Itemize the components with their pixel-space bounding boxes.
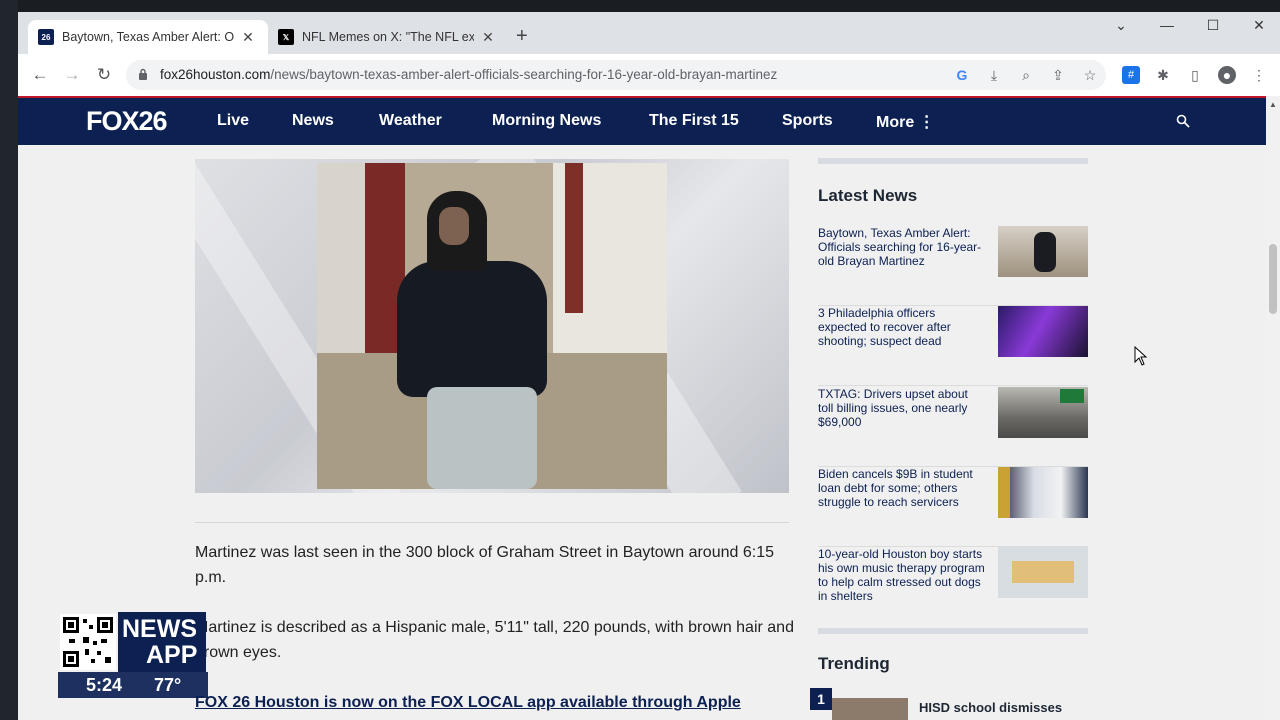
side-panel-icon[interactable]: ▯ [1186,66,1204,84]
desktop-left-edge [0,0,18,720]
share-icon[interactable]: ⇪ [1050,67,1066,83]
latest-news-heading: Latest News [818,186,918,205]
content-divider [195,522,789,523]
article-hero-image [195,159,789,493]
news-app-line2: APP [146,641,198,669]
suspect-photo [317,163,667,489]
x-favicon-icon: 𝕏 [278,29,294,45]
photo-door-frame [565,163,583,313]
tab-bar: 26 Baytown, Texas Amber Alert: Offi ✕ 𝕏 … [18,12,1280,54]
new-tab-icon[interactable]: + [516,26,528,46]
news-headline[interactable]: TXTAG: Drivers upset about toll billing … [818,387,986,429]
browser-toolbar: ← → ↻ fox26houston.com/news/baytown-texa… [18,54,1280,96]
nav-morning-news[interactable]: Morning News [492,112,601,130]
nav-weather[interactable]: Weather [379,112,442,130]
nav-the-first-15[interactable]: The First 15 [649,112,739,130]
search-icon[interactable] [1176,114,1190,128]
tab-close-icon[interactable]: ✕ [240,29,256,46]
news-headline[interactable]: 10-year-old Houston boy starts his own m… [818,547,986,603]
latest-news-item[interactable]: 3 Philadelphia officers expected to reco… [818,306,1088,386]
kebab-menu-icon[interactable]: ⋮ [1250,66,1268,84]
mouse-cursor-icon [1134,346,1148,366]
latest-news-item[interactable]: Baytown, Texas Amber Alert: Officials se… [818,226,1088,306]
install-app-icon[interactable]: ⤓ [986,67,1002,83]
tab-search-chevron-icon[interactable]: ⌄ [1106,17,1136,34]
article-link[interactable]: FOX 26 Houston is now on the FOX LOCAL a… [195,690,795,715]
news-headline[interactable]: Biden cancels $9B in student loan debt f… [818,467,986,509]
news-headline[interactable]: Baytown, Texas Amber Alert: Officials se… [818,226,986,268]
scrollbar-thumb[interactable] [1269,244,1277,314]
url-host: fox26houston.com [160,67,271,82]
tab-title: Baytown, Texas Amber Alert: Offi [62,30,234,44]
nav-sports[interactable]: Sports [782,112,833,130]
news-headline[interactable]: 3 Philadelphia officers expected to reco… [818,306,986,348]
article-paragraph: Martinez is described as a Hispanic male… [195,619,794,661]
latest-news-item[interactable]: Biden cancels $9B in student loan debt f… [818,467,1088,547]
nav-more[interactable]: More ⋮ [876,112,935,132]
desktop-top-edge [0,0,1280,12]
tv-news-app-overlay: NEWS APP 5:24 77° [58,612,208,698]
news-thumbnail[interactable] [998,547,1088,598]
url-text: fox26houston.com/news/baytown-texas-ambe… [160,67,777,82]
fox26-favicon-icon: 26 [38,29,54,45]
trending-thumbnail[interactable] [832,698,908,720]
photo-person-legs [427,387,537,489]
trending-headline[interactable]: HISD school dismisses [919,700,1062,715]
page-scrollbar[interactable]: ▲ [1266,96,1280,720]
news-app-line1: NEWS [122,615,197,643]
latest-news-item[interactable]: TXTAG: Drivers upset about toll billing … [818,387,1088,467]
scroll-up-icon[interactable]: ▲ [1269,100,1277,109]
sidebar-rule [818,628,1088,634]
extensions-puzzle-icon[interactable]: ✱ [1154,66,1172,84]
zoom-icon[interactable]: ⌕ [1018,67,1034,83]
latest-news-item[interactable]: 10-year-old Houston boy starts his own m… [818,547,1088,627]
tab-active[interactable]: 26 Baytown, Texas Amber Alert: Offi ✕ [28,20,268,54]
news-thumbnail[interactable] [998,226,1088,277]
time-temp-strip [58,672,208,698]
minimize-icon[interactable]: — [1152,17,1182,33]
trending-rank: 1 [810,688,832,710]
qr-code-icon [60,614,116,670]
tv-time: 5:24 [86,675,123,695]
news-thumbnail[interactable] [998,306,1088,357]
nav-live[interactable]: Live [217,112,249,130]
photo-person-body [397,261,547,397]
tv-temperature: 77° [154,675,182,695]
tab-inactive[interactable]: 𝕏 NFL Memes on X: "The NFL explo ✕ [268,20,508,54]
sidebar-rule [818,158,1088,164]
bookmark-star-icon[interactable]: ☆ [1082,67,1098,83]
reload-icon[interactable]: ↻ [94,65,114,85]
tab-close-icon[interactable]: ✕ [480,29,496,46]
news-thumbnail[interactable] [998,387,1088,438]
trending-heading: Trending [818,654,890,673]
news-thumbnail[interactable] [998,467,1088,518]
nav-news[interactable]: News [292,112,334,130]
address-bar[interactable]: fox26houston.com/news/baytown-texas-ambe… [126,60,1106,90]
fox26-logo[interactable]: FOX26 [86,106,168,137]
lock-icon [139,68,147,80]
article-paragraph: Martinez was last seen in the 300 block … [195,544,774,586]
site-navbar: FOX26 Live News Weather Morning News The… [18,96,1266,145]
tab-title: NFL Memes on X: "The NFL explo [302,30,474,44]
close-window-icon[interactable]: ✕ [1244,17,1274,34]
profile-avatar-icon[interactable]: ● [1218,66,1236,84]
back-icon[interactable]: ← [30,65,50,85]
photo-person-face [439,207,469,245]
url-path: /news/baytown-texas-amber-alert-official… [270,67,778,82]
maximize-icon[interactable]: ☐ [1198,17,1228,34]
extension-hash-icon[interactable]: # [1122,66,1140,84]
forward-icon[interactable]: → [62,65,82,85]
google-translate-icon[interactable]: G [954,67,970,83]
